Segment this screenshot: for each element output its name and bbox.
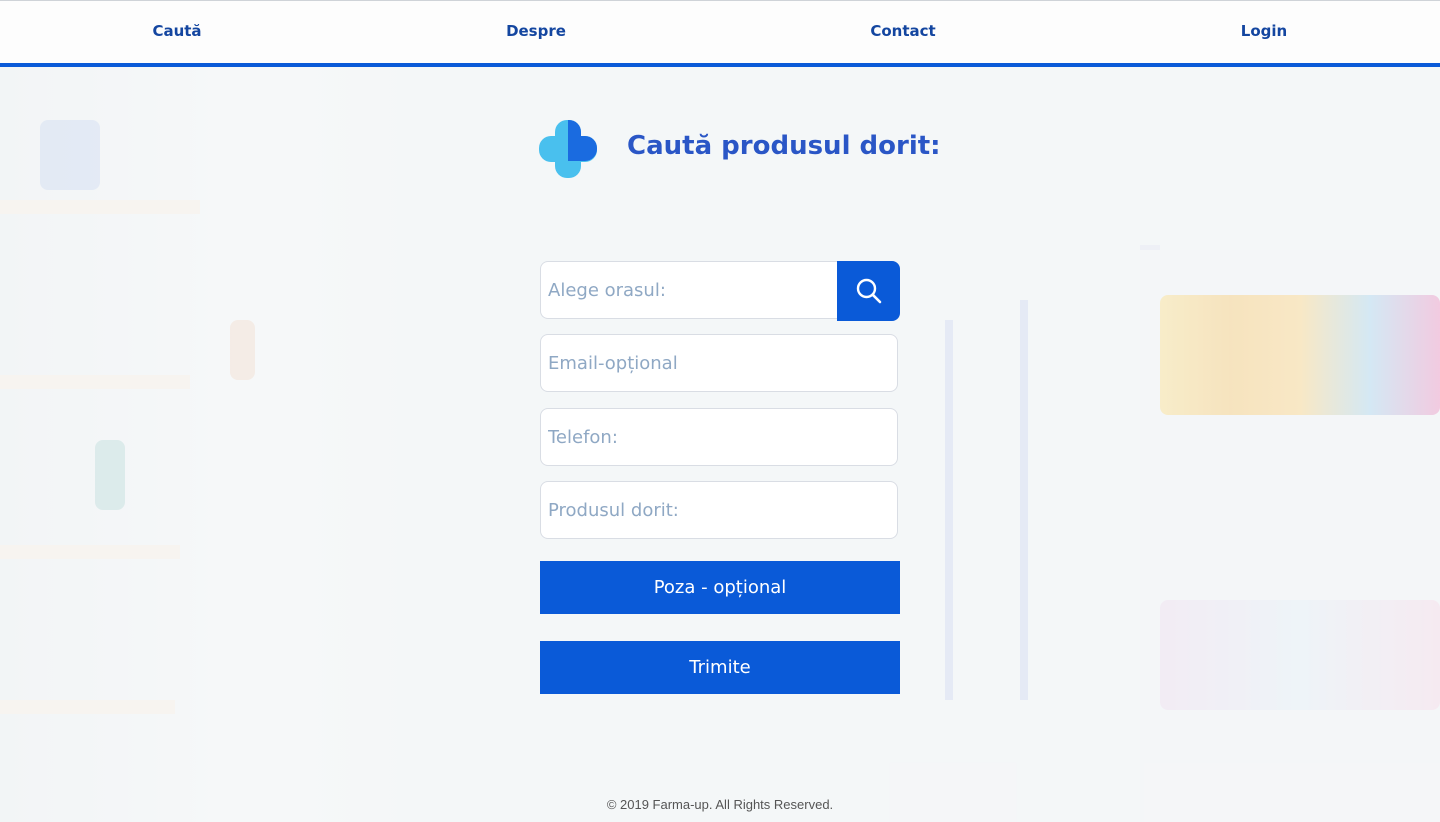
plus-cross-logo-icon xyxy=(539,120,597,178)
search-button[interactable] xyxy=(837,261,900,321)
phone-field[interactable] xyxy=(540,408,898,466)
email-input[interactable] xyxy=(541,335,897,391)
footer-copyright: © 2019 Farma-up. All Rights Reserved. xyxy=(606,797,834,812)
nav-item-contact[interactable]: Contact xyxy=(870,22,935,40)
city-input[interactable] xyxy=(541,262,838,318)
product-field[interactable] xyxy=(540,481,898,539)
nav-item-login[interactable]: Login xyxy=(1241,22,1287,40)
submit-button[interactable]: Trimite xyxy=(540,641,900,694)
product-input[interactable] xyxy=(541,482,897,538)
nav-item-cauta[interactable]: Caută xyxy=(152,22,201,40)
email-field[interactable] xyxy=(540,334,898,392)
page-title: Caută produsul dorit: xyxy=(627,131,941,161)
nav-item-despre[interactable]: Despre xyxy=(506,22,566,40)
city-field[interactable] xyxy=(540,261,838,319)
photo-upload-button[interactable]: Poza - opțional xyxy=(540,561,900,614)
search-icon xyxy=(856,278,881,304)
phone-input[interactable] xyxy=(541,409,897,465)
top-nav: Caută Despre Contact Login xyxy=(0,0,1440,67)
